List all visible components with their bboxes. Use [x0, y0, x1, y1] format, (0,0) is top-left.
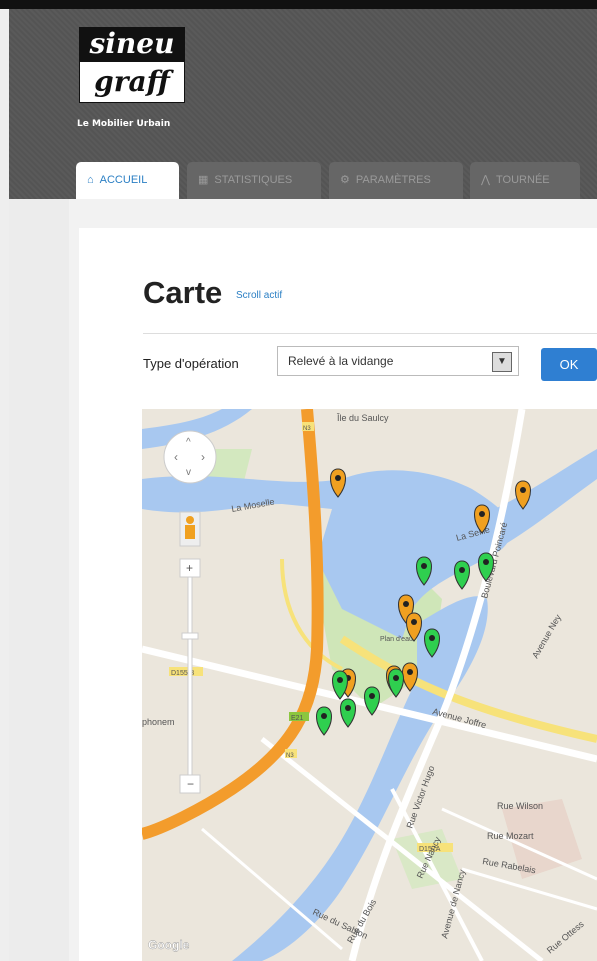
marker-dot [345, 705, 351, 711]
tab-label: PARAMÈTRES [355, 174, 431, 186]
svg-text:−: − [187, 777, 194, 791]
marker-dot [403, 601, 409, 607]
page-title: Carte [143, 275, 223, 310]
header: sineu graff Le Mobilier Urbain ⌂ ACCUEIL … [9, 9, 597, 208]
top-border [0, 0, 597, 9]
gear-icon: ⚙ [340, 174, 350, 186]
marker-dot [479, 511, 485, 517]
map-canvas[interactable]: Île du Saulcy La Moselle La Seille Boule… [142, 409, 597, 961]
marker-dot [421, 563, 427, 569]
divider [143, 333, 597, 334]
map[interactable]: Île du Saulcy La Moselle La Seille Boule… [142, 409, 597, 961]
svg-text:v: v [186, 467, 191, 478]
tab-label: STATISTIQUES [214, 174, 293, 186]
home-icon: ⌂ [87, 174, 94, 186]
pan-control[interactable]: ‹ › ^ v [163, 430, 217, 484]
map-label: Plan d'eau [380, 636, 413, 643]
map-label: Rue Mozart [487, 831, 534, 841]
svg-text:+: + [186, 561, 193, 575]
map-label: phonem [142, 717, 175, 727]
marker-dot [429, 635, 435, 641]
tab-label: TOURNÉE [496, 174, 550, 186]
tab-statistiques[interactable]: ▦ STATISTIQUES [187, 162, 321, 199]
svg-text:^: ^ [186, 437, 191, 448]
svg-text:‹: ‹ [174, 450, 178, 464]
tagline: Le Mobilier Urbain [77, 119, 171, 129]
ok-button[interactable]: OK [541, 348, 597, 381]
marker-dot [369, 693, 375, 699]
marker-dot [393, 675, 399, 681]
marker-dot [407, 669, 413, 675]
marker-dot [337, 677, 343, 683]
left-gutter [9, 199, 69, 961]
select-value: Relevé à la vidange [288, 354, 394, 368]
marker-dot [459, 567, 465, 573]
marker-dot [520, 487, 526, 493]
chevron-down-icon: ▼ [492, 352, 512, 372]
tab-parametres[interactable]: ⚙ PARAMÈTRES [329, 162, 463, 199]
route-icon: ⋀ [481, 174, 491, 186]
marker-dot [321, 713, 327, 719]
map-label: Rue Wilson [497, 801, 543, 811]
marker-dot [483, 559, 489, 565]
tab-tournee[interactable]: ⋀ TOURNÉE [470, 162, 580, 199]
marker-dot [411, 619, 417, 625]
svg-text:›: › [201, 450, 205, 464]
map-label: E21 [291, 715, 304, 722]
scroll-link[interactable]: Scroll actif [236, 290, 282, 301]
operation-type-label: Type d'opération [143, 356, 239, 371]
map-label: N3 [286, 753, 294, 759]
pegman-icon[interactable] [179, 511, 201, 547]
operation-type-select[interactable]: Relevé à la vidange ▼ [277, 346, 519, 376]
map-label: Île du Saulcy [336, 413, 389, 423]
logo-bottom: graff [79, 61, 185, 103]
tab-label: ACCUEIL [99, 174, 148, 186]
logo-top: sineu [79, 27, 185, 61]
stats-icon: ▦ [198, 174, 209, 186]
map-label: N3 [303, 426, 311, 432]
marker-dot [335, 475, 341, 481]
google-logo: Google [148, 938, 190, 952]
